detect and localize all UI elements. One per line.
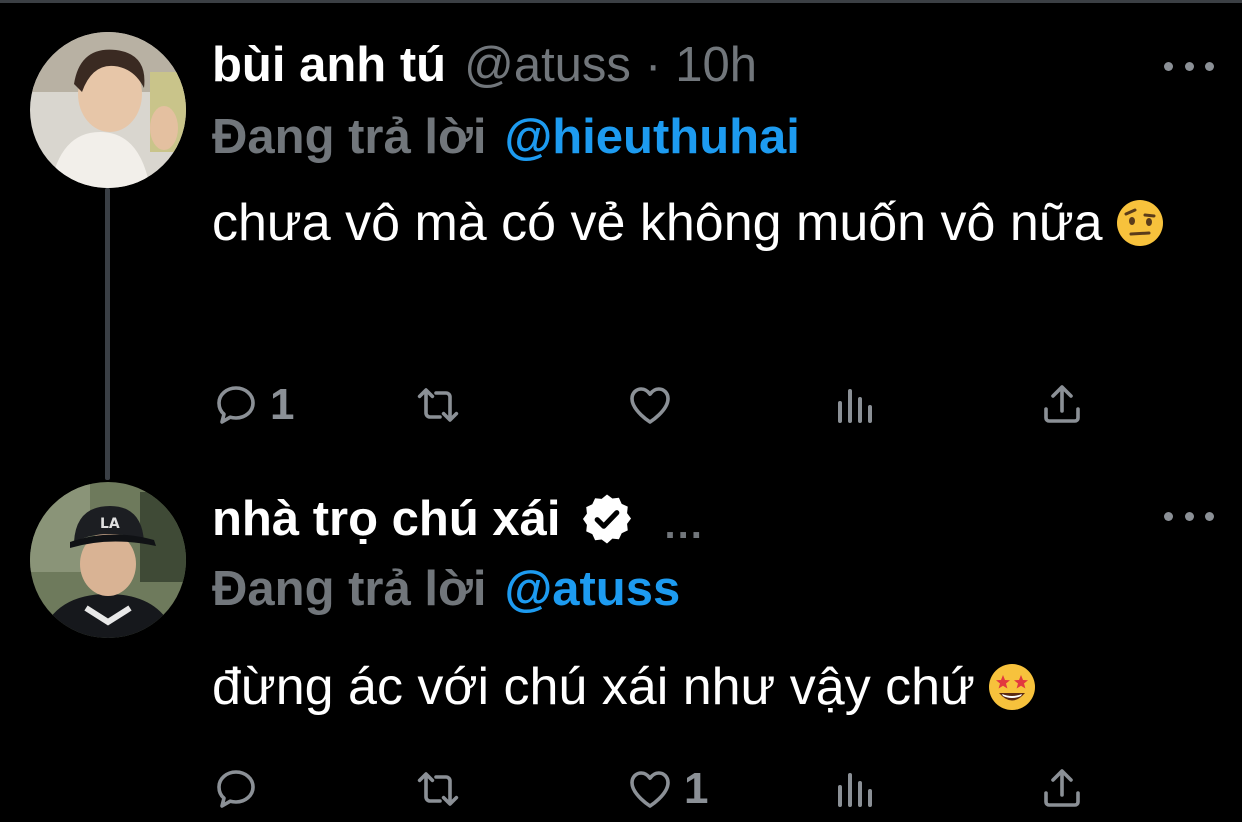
heart-icon — [630, 771, 670, 808]
replying-to-label: Đang trả lời — [212, 110, 487, 164]
inline-more-icon[interactable]: ... — [665, 496, 704, 554]
tweet-text: đừng ác với chú xái như vậy chứ — [212, 652, 1192, 722]
tweet-body: đừng ác với chú xái như vậy chứ — [212, 658, 975, 716]
star-struck-emoji-icon — [987, 660, 1037, 710]
face-with-raised-eyebrow-emoji-icon — [1115, 196, 1165, 246]
views-button[interactable] — [832, 764, 880, 814]
like-count: 1 — [684, 764, 709, 813]
display-name[interactable]: nhà trọ chú xái — [212, 490, 561, 548]
tweet-header: nhà trọ chú xái ... — [212, 490, 704, 548]
tweet-body: chưa vô mà có vẻ không muốn vô nữa — [212, 194, 1103, 252]
share-button[interactable] — [1038, 764, 1086, 814]
separator-dot: · — [644, 38, 662, 92]
reply-button[interactable] — [212, 764, 270, 814]
retweet-icon — [417, 388, 459, 422]
avatar[interactable]: LA — [30, 482, 186, 638]
analytics-icon — [838, 773, 872, 807]
views-button[interactable] — [832, 380, 880, 430]
svg-text:LA: LA — [100, 516, 120, 532]
reply-icon — [217, 386, 255, 424]
verified-badge-icon — [579, 491, 635, 547]
retweet-icon — [417, 772, 459, 806]
avatar[interactable] — [30, 32, 186, 188]
reply-icon — [217, 770, 255, 808]
share-icon — [1044, 385, 1080, 423]
reply-mention-link[interactable]: @hieuthuhai — [504, 110, 799, 164]
reply-mention-link[interactable]: @atuss — [504, 562, 680, 616]
retweet-button[interactable] — [414, 764, 462, 814]
more-options-icon[interactable] — [1164, 54, 1214, 78]
tweet-actions: 1 — [212, 764, 1092, 814]
replying-to: Đang trả lời @atuss — [212, 560, 680, 618]
reply-button[interactable]: 1 — [212, 380, 294, 430]
timestamp[interactable]: 10h — [675, 36, 757, 94]
replying-to-label: Đang trả lời — [212, 562, 487, 616]
tweet-header: bùi anh tú @atuss · 10h — [212, 36, 757, 94]
replying-to: Đang trả lời @hieuthuhai — [212, 108, 800, 166]
share-icon — [1044, 769, 1080, 807]
display-name[interactable]: bùi anh tú — [212, 36, 446, 94]
share-button[interactable] — [1038, 380, 1086, 430]
heart-icon — [630, 387, 670, 424]
top-divider — [0, 0, 1242, 3]
analytics-icon — [838, 389, 872, 423]
more-options-icon[interactable] — [1164, 504, 1214, 528]
like-button[interactable] — [626, 380, 674, 430]
like-button[interactable]: 1 — [626, 764, 708, 814]
user-handle[interactable]: @atuss — [464, 36, 631, 94]
reply-count: 1 — [270, 380, 295, 429]
tweet-actions: 1 — [212, 380, 1092, 430]
tweet-text: chưa vô mà có vẻ không muốn vô nữa — [212, 188, 1192, 258]
thread-connector-line — [105, 188, 110, 480]
retweet-button[interactable] — [414, 380, 462, 430]
